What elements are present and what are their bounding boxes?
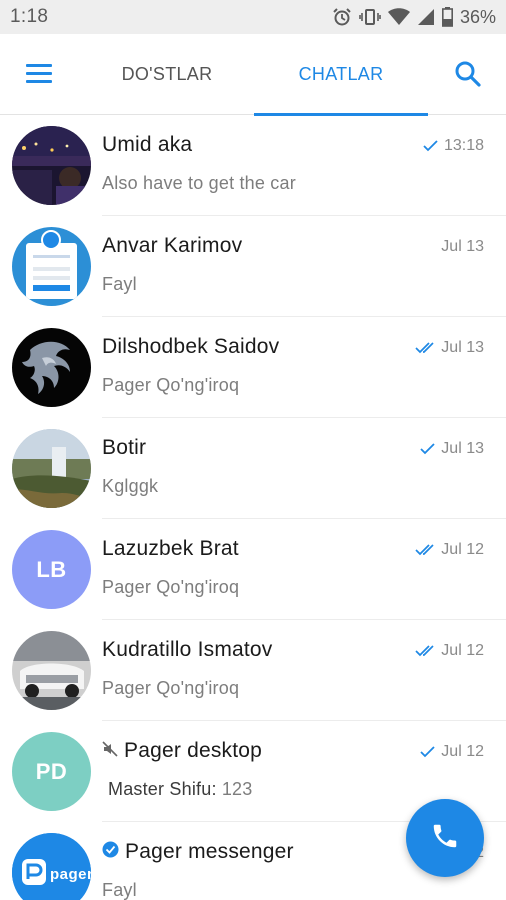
- avatar: [12, 631, 91, 710]
- chat-time: 13:18: [443, 137, 484, 154]
- check-icon: [420, 746, 435, 758]
- check-icon: [423, 140, 438, 152]
- preview-text: 123: [216, 779, 253, 799]
- chat-row[interactable]: Dilshodbek Saidov Pager Qo'ng'iroq Jul 1…: [0, 317, 506, 418]
- double-check-icon: [415, 342, 435, 354]
- chat-preview: Pager Qo'ng'iroq: [102, 577, 240, 597]
- chat-row[interactable]: Kudratillo Ismatov Pager Qo'ng'iroq Jul …: [0, 620, 506, 721]
- status-time: 1:18: [10, 6, 49, 27]
- chat-name: Dilshodbek Saidov: [102, 335, 280, 358]
- alarm-icon: [332, 7, 352, 27]
- chat-preview: Pager Qo'ng'iroq: [102, 375, 240, 395]
- muted-icon: [102, 740, 118, 762]
- tab-chats[interactable]: CHATLAR: [254, 34, 428, 116]
- chat-name: Anvar Karimov: [102, 234, 243, 257]
- chat-preview: Also have to get the car: [102, 173, 296, 193]
- chat-preview: Fayl: [102, 880, 137, 900]
- chat-name: Lazuzbek Brat: [102, 537, 239, 560]
- avatar: [12, 328, 91, 407]
- chat-name: Pager messenger: [125, 840, 294, 863]
- avatar: [12, 227, 91, 306]
- chat-row[interactable]: Anvar Karimov Fayl Jul 13: [0, 216, 506, 317]
- chat-row[interactable]: Botir Kglggk Jul 13: [0, 418, 506, 519]
- chat-time: Jul 13: [441, 238, 484, 255]
- chat-name: Botir: [102, 436, 147, 459]
- preview-sender: Master Shifu:: [108, 779, 217, 799]
- chat-time: Jul 12: [441, 743, 484, 760]
- avatar-initials: PD: [35, 758, 68, 784]
- chat-preview: Kglggk: [102, 476, 159, 496]
- chat-row[interactable]: Umid aka Also have to get the car 13:18: [0, 115, 506, 216]
- status-bar: 1:18 36%: [0, 0, 506, 34]
- chat-preview: Pager Qo'ng'iroq: [102, 678, 240, 698]
- chat-time: Jul 12: [441, 541, 484, 558]
- chat-time: Jul 12: [441, 642, 484, 659]
- app-bar: DO'STLAR CHATLAR: [0, 34, 506, 116]
- battery-icon: [441, 7, 453, 27]
- avatar: PD: [12, 732, 91, 811]
- avatar: [12, 126, 91, 205]
- menu-icon[interactable]: [26, 64, 54, 86]
- chat-row[interactable]: LB Lazuzbek Brat Pager Qo'ng'iroq Jul 12: [0, 519, 506, 620]
- double-check-icon: [415, 544, 435, 556]
- wifi-icon: [387, 8, 410, 26]
- status-icons: 36%: [332, 7, 496, 28]
- check-icon: [420, 443, 435, 455]
- svg-text:pager: pager: [50, 866, 91, 883]
- verified-icon: [102, 841, 119, 863]
- double-check-icon: [415, 645, 435, 657]
- chat-name: Umid aka: [102, 133, 193, 156]
- tab-friends[interactable]: DO'STLAR: [82, 34, 252, 115]
- battery-percent: 36%: [459, 6, 496, 27]
- signal-icon: [417, 8, 435, 26]
- phone-icon: [430, 821, 460, 856]
- chat-preview: Fayl: [102, 274, 137, 294]
- avatar: pager: [12, 833, 91, 900]
- vibrate-icon: [359, 7, 381, 27]
- chat-name: Kudratillo Ismatov: [102, 638, 273, 661]
- avatar-initials: LB: [36, 556, 67, 582]
- call-button[interactable]: [406, 799, 484, 877]
- avatar: [12, 429, 91, 508]
- chat-name: Pager desktop: [124, 739, 263, 762]
- chat-list: Umid aka Also have to get the car 13:18 …: [0, 115, 506, 900]
- avatar: LB: [12, 530, 91, 609]
- chat-time: Jul 13: [441, 339, 484, 356]
- chat-time: Jul 13: [441, 440, 484, 457]
- search-icon[interactable]: [454, 60, 482, 88]
- chat-preview: Master Shifu: 123: [108, 779, 252, 800]
